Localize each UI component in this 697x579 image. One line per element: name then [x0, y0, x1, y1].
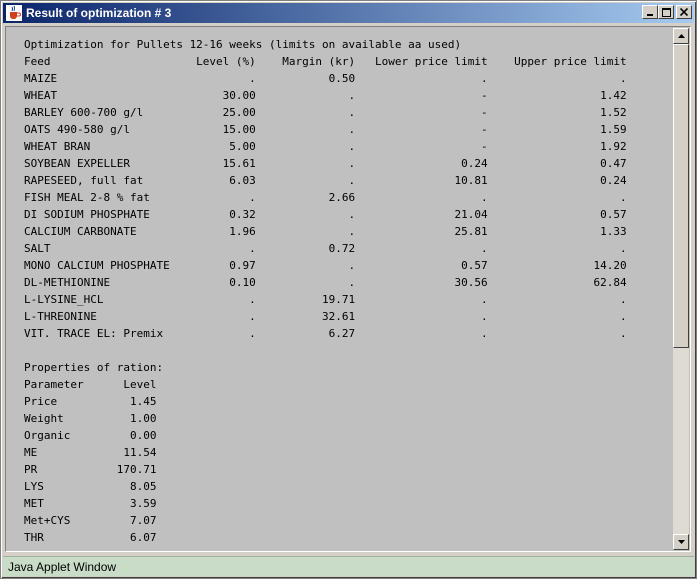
arrow-down-icon — [677, 540, 685, 544]
report-line: VIT. TRACE EL: Premix . 6.27 . . — [24, 327, 627, 340]
maximize-button[interactable] — [658, 5, 674, 19]
report-line: FISH MEAL 2-8 % fat . 2.66 . . — [24, 191, 627, 204]
close-button[interactable] — [676, 5, 692, 19]
report-line: L-LYSINE_HCL . 19.71 . . — [24, 293, 627, 306]
result-window: Result of optimization # 3 Optimization … — [0, 0, 697, 579]
close-icon — [680, 8, 688, 16]
report-line: MONO CALCIUM PHOSPHATE 0.97 . 0.57 14.20 — [24, 259, 627, 272]
minimize-icon — [647, 14, 653, 16]
arrow-up-icon — [677, 34, 685, 38]
vertical-scrollbar[interactable] — [673, 28, 689, 550]
report-line: WHEAT BRAN 5.00 . - 1.92 — [24, 140, 627, 153]
window-title: Result of optimization # 3 — [26, 6, 172, 20]
report-line: Organic 0.00 — [24, 429, 157, 442]
report-line: Weight 1.00 — [24, 412, 157, 425]
report-line: SOYBEAN EXPELLER 15.61 . 0.24 0.47 — [24, 157, 627, 170]
report-line: DL-METHIONINE 0.10 . 30.56 62.84 — [24, 276, 627, 289]
report-line: OATS 490-580 g/l 15.00 . - 1.59 — [24, 123, 627, 136]
report-line: MAIZE . 0.50 . . — [24, 72, 627, 85]
report-line: Price 1.45 — [24, 395, 157, 408]
report-panel: Optimization for Pullets 12-16 weeks (li… — [5, 26, 691, 552]
report-line: SALT . 0.72 . . — [24, 242, 627, 255]
java-cup-icon — [6, 5, 22, 21]
report-line: L-THREONINE . 32.61 . . — [24, 310, 627, 323]
report-line: Properties of ration: — [24, 361, 164, 374]
report-line: ME 11.54 — [24, 446, 157, 459]
scroll-track[interactable] — [673, 44, 689, 534]
report-line: THR 6.07 — [24, 531, 157, 544]
title-bar[interactable]: Result of optimization # 3 — [3, 3, 694, 23]
maximize-icon — [661, 7, 671, 17]
report-line: BARLEY 600-700 g/l 25.00 . - 1.52 — [24, 106, 627, 119]
report-line: LYS 8.05 — [24, 480, 157, 493]
scroll-up-button[interactable] — [673, 28, 689, 44]
scroll-thumb[interactable] — [673, 44, 689, 348]
report-line: PR 170.71 — [24, 463, 157, 476]
status-text: Java Applet Window — [8, 560, 117, 574]
report-text-area[interactable]: Optimization for Pullets 12-16 weeks (li… — [7, 28, 674, 550]
report-line: WHEAT 30.00 . - 1.42 — [24, 89, 627, 102]
report-line: DI SODIUM PHOSPHATE 0.32 . 21.04 0.57 — [24, 208, 627, 221]
report-line: RAPESEED, full fat 6.03 . 10.81 0.24 — [24, 174, 627, 187]
report-line: Met+CYS 7.07 — [24, 514, 157, 527]
report-line: Parameter Level — [24, 378, 157, 391]
scroll-down-button[interactable] — [673, 534, 689, 550]
report-line: Feed Level (%) Margin (kr) Lower price l… — [24, 55, 627, 68]
report-line: Optimization for Pullets 12-16 weeks (li… — [24, 38, 462, 51]
status-bar: Java Applet Window — [3, 556, 694, 576]
report-line: MET 3.59 — [24, 497, 157, 510]
report-line: CALCIUM CARBONATE 1.96 . 25.81 1.33 — [24, 225, 627, 238]
window-controls — [642, 5, 692, 19]
minimize-button[interactable] — [642, 5, 658, 19]
